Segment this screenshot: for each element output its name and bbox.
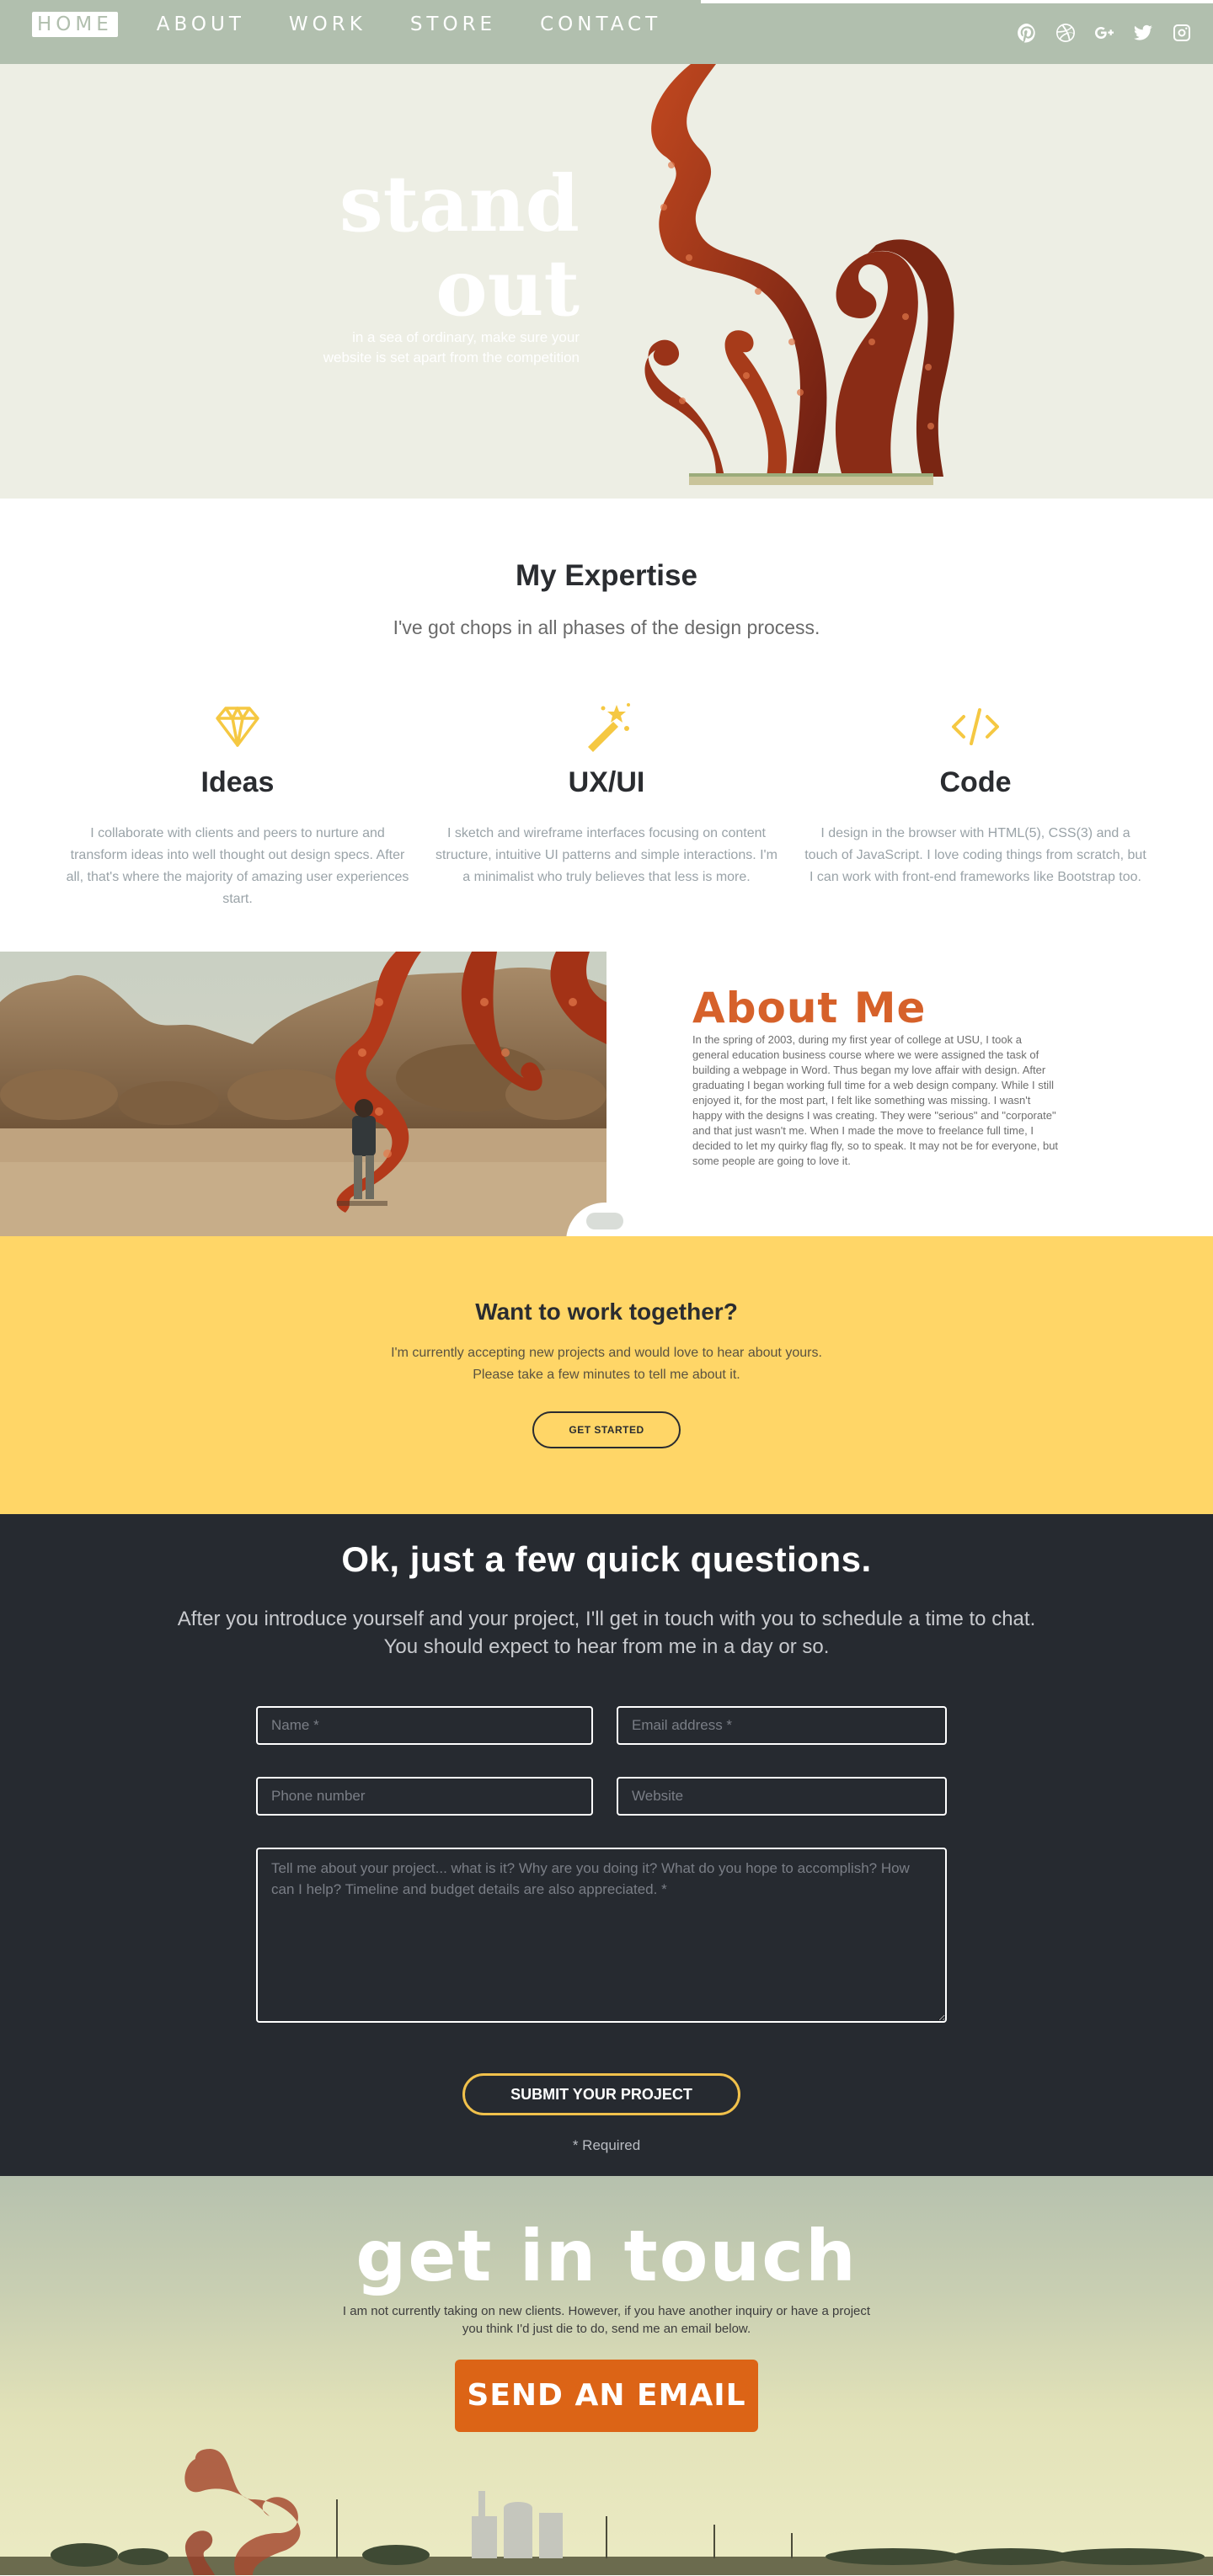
hero-subtitle: in a sea of ordinary, make sure your web… <box>243 328 580 368</box>
expertise-title: My Expertise <box>516 559 697 592</box>
nav-link-contact[interactable]: CONTACT <box>535 12 666 37</box>
twitter-icon[interactable] <box>1132 22 1154 44</box>
expertise-column-uxui: UX/UI I sketch and wireframe interfaces … <box>435 697 778 910</box>
expertise-name-code: Code <box>939 766 1012 798</box>
website-field[interactable] <box>617 1777 947 1816</box>
get-in-touch-section: get in touch I am not currently taking o… <box>0 2176 1213 2575</box>
expertise-name-uxui: UX/UI <box>568 766 645 798</box>
email-field[interactable] <box>617 1706 947 1745</box>
hero-section: stand out in a sea of ordinary, make sur… <box>0 64 1213 499</box>
about-section: About Me In the spring of 2003, during m… <box>0 952 1213 1280</box>
expertise-column-code: Code I design in the browser with HTML(5… <box>804 697 1147 910</box>
expertise-subtitle: I've got chops in all phases of the desi… <box>393 616 820 638</box>
octopus-tentacles-illustration <box>644 64 954 485</box>
name-field[interactable] <box>256 1706 593 1745</box>
social-links <box>1016 22 1193 44</box>
touch-text: I am not currently taking on new clients… <box>342 2304 871 2336</box>
work-text-line1: I'm currently accepting new projects and… <box>391 1346 822 1360</box>
work-together-section: Want to work together? I'm currently acc… <box>0 1236 1213 1514</box>
project-form-section: Ok, just a few quick questions. After yo… <box>0 1514 1213 2176</box>
expertise-text-code: I design in the browser with HTML(5), CS… <box>804 826 1146 884</box>
expertise-text-ideas: I collaborate with clients and peers to … <box>66 826 409 906</box>
desert-tentacles-photo <box>0 952 606 1236</box>
work-title: Want to work together? <box>475 1299 738 1325</box>
pinterest-icon[interactable] <box>1016 22 1038 44</box>
magic-wand-icon <box>435 697 778 756</box>
hero-title-line2: out <box>436 243 580 333</box>
about-title: About Me <box>692 984 927 1032</box>
expertise-columns: Ideas I collaborate with clients and pee… <box>66 697 1147 910</box>
code-icon <box>804 697 1147 756</box>
hero-subtitle-line1: in a sea of ordinary, make sure your <box>352 329 580 345</box>
hero-subtitle-line2: website is set apart from the competitio… <box>323 349 580 365</box>
nav-link-home[interactable]: HOME <box>32 12 118 37</box>
nav-top-line <box>701 0 1213 3</box>
google-plus-icon[interactable] <box>1093 22 1115 44</box>
instagram-icon[interactable] <box>1171 22 1193 44</box>
nav-link-store[interactable]: STORE <box>405 12 501 37</box>
about-photo <box>0 952 606 1236</box>
get-started-button[interactable]: GET STARTED <box>532 1411 681 1448</box>
hero-title-line1: stand <box>339 158 580 249</box>
work-text: I'm currently accepting new projects and… <box>0 1342 1213 1386</box>
about-text: In the spring of 2003, during my first y… <box>692 1033 1059 1167</box>
form-subtitle: After you introduce yourself and your pr… <box>177 1608 1036 1658</box>
work-text-line2: Please take a few minutes to tell me abo… <box>473 1368 740 1382</box>
expertise-section: My Expertise I've got chops in all phase… <box>0 499 1213 952</box>
dribbble-icon[interactable] <box>1055 22 1077 44</box>
submit-project-button[interactable]: SUBMIT YOUR PROJECT <box>462 2073 740 2115</box>
required-note: * Required <box>572 2137 641 2153</box>
nav-link-about[interactable]: ABOUT <box>152 12 250 37</box>
diamond-icon <box>66 697 409 756</box>
nav-link-work[interactable]: WORK <box>284 12 371 37</box>
top-nav: HOME ABOUT WORK STORE CONTACT <box>0 0 1213 64</box>
project-message-field[interactable] <box>256 1848 947 2023</box>
landscape-tentacle-illustration <box>0 2449 1213 2575</box>
phone-field[interactable] <box>256 1777 593 1816</box>
nav-links: HOME ABOUT WORK STORE CONTACT <box>32 12 700 37</box>
expertise-name-ideas: Ideas <box>200 766 275 798</box>
expertise-column-ideas: Ideas I collaborate with clients and pee… <box>66 697 409 910</box>
expertise-text-uxui: I sketch and wireframe interfaces focusi… <box>436 826 777 884</box>
touch-title: get in touch <box>355 2215 858 2297</box>
hero-title: stand out <box>339 162 580 330</box>
form-title: Ok, just a few quick questions. <box>341 1539 872 1579</box>
